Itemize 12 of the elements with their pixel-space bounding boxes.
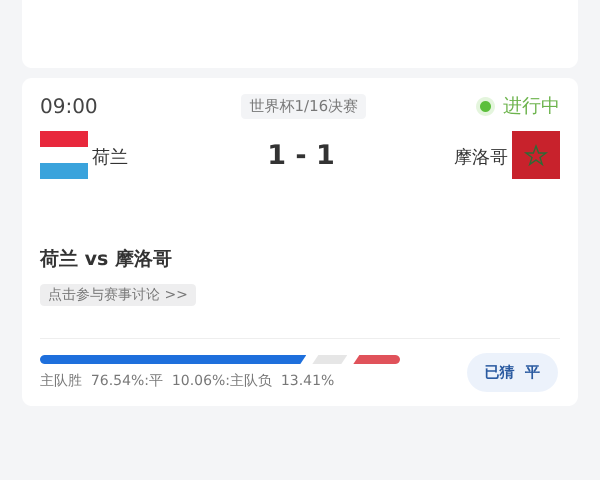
match-score: 1 - 1 [267, 140, 335, 170]
guess-button[interactable]: 已猜 平 [466, 353, 558, 392]
home-team: 荷兰 [92, 146, 128, 169]
prediction-summary: 主队胜 76.54%:平 10.06%:主队负 13.41% [40, 372, 336, 390]
match-time: 09:00 [40, 94, 98, 118]
away-team: 摩洛哥 [454, 146, 508, 169]
flag-icon [40, 131, 88, 179]
match-title: 荷兰 vs 摩洛哥 [40, 247, 173, 272]
flag-icon [512, 131, 560, 179]
stage-label: 世界杯1/16决赛 [241, 94, 366, 118]
discussion-link[interactable]: 点击参与赛事讨论 >> [40, 284, 196, 306]
match-status: 进行中 [502, 94, 560, 119]
